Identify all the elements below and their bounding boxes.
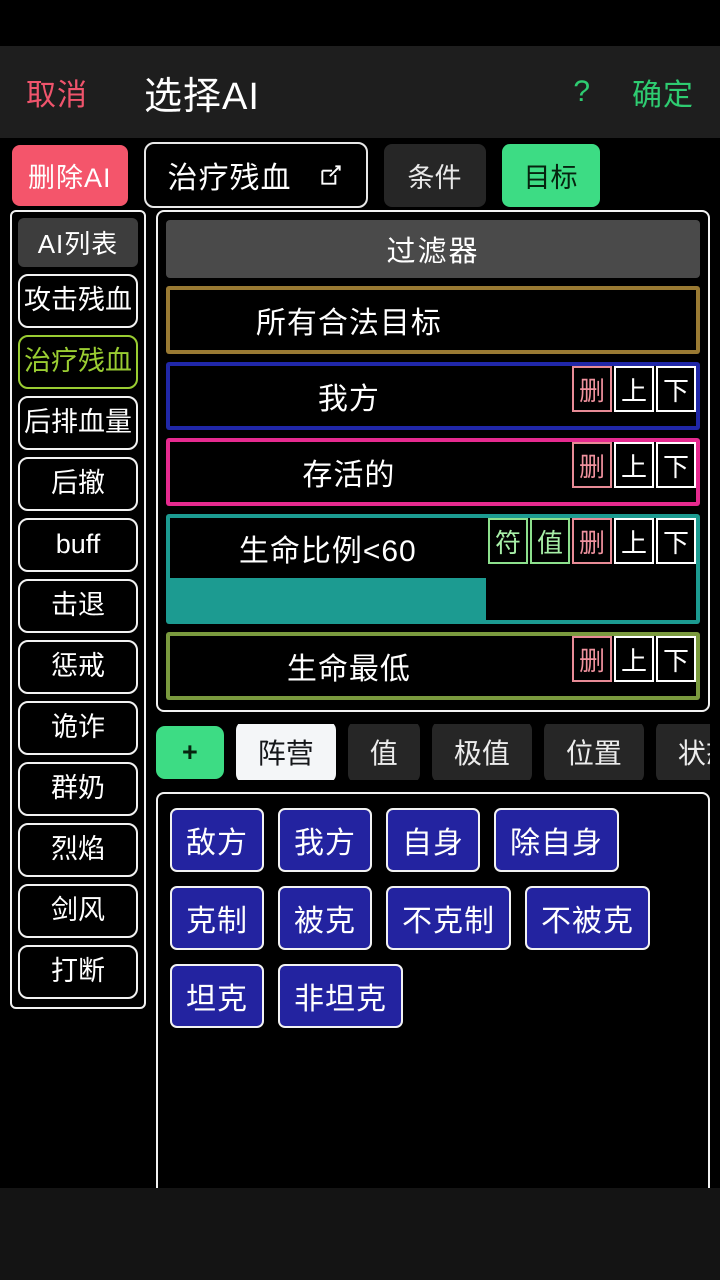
sidebar-item-label: 群奶 [51, 773, 105, 804]
filter-action-button[interactable]: 上 [614, 636, 654, 682]
sidebar-item-label: 后撤 [51, 468, 105, 499]
filter-action-button[interactable]: 下 [656, 518, 696, 564]
option-chip[interactable]: 坦克 [170, 964, 264, 1028]
delete-ai-button[interactable]: 删除AI [12, 144, 128, 206]
tab-condition[interactable]: 条件 [383, 143, 486, 207]
sidebar-header: AI列表 [18, 218, 138, 267]
filter-action-button[interactable]: 删 [572, 442, 612, 488]
sidebar-item[interactable]: 打断 [18, 945, 138, 999]
filter-row[interactable]: 生命比例<60 符值删上下 [166, 514, 700, 624]
filter-action-button[interactable]: 删 [572, 518, 612, 564]
sidebar-item[interactable]: buff [18, 518, 138, 572]
sidebar-item-label: 烈焰 [51, 834, 105, 865]
ai-list-sidebar: AI列表 攻击残血治疗残血后排血量后撤 buff 击退惩戒诡诈群奶烈焰剑风打断 [10, 210, 146, 1009]
filter-row-actions: 符值删上下 [485, 518, 696, 620]
system-nav-bar [0, 1188, 720, 1280]
page-title: 选择AI [144, 75, 260, 118]
filter-action-button[interactable]: 符 [488, 518, 528, 564]
tab-container: 阵营值极值位置状态 [235, 724, 710, 780]
option-chip[interactable]: 克制 [170, 886, 264, 950]
filter-row[interactable]: 存活的删上下 [166, 438, 700, 506]
filter-row-label: 我方 [170, 366, 528, 426]
category-tab[interactable]: 值 [347, 724, 420, 780]
sidebar-item-label: 击退 [51, 590, 105, 621]
sidebar-item[interactable]: 群奶 [18, 762, 138, 816]
ai-name-label: 治疗残血 [167, 162, 292, 195]
sidebar-item[interactable]: 剑风 [18, 884, 138, 938]
filter-row-container: 所有合法目标 我方删上下存活的删上下生命比例<60 符值删上下生命最低删上下 [166, 286, 700, 700]
status-bar [0, 0, 720, 46]
sidebar-item-label: 惩戒 [51, 651, 105, 682]
sidebar-item-label: 治疗残血 [24, 346, 132, 377]
filter-row[interactable]: 我方删上下 [166, 362, 700, 430]
sidebar-item-label: 后排血量 [24, 407, 132, 438]
filter-row-actions: 删上下 [527, 636, 696, 696]
option-chip[interactable]: 自身 [386, 808, 480, 872]
option-chip[interactable]: 非坦克 [278, 964, 403, 1028]
sidebar-item[interactable]: 后排血量 [18, 396, 138, 450]
option-panel: 敌方 我方 自身 除自身克制 被克 不克制 不被克坦克 非坦克 [156, 792, 710, 1232]
filter-panel: 过滤器 所有合法目标 我方删上下存活的删上下生命比例<60 符值删上下生命最低删上下 [156, 210, 710, 712]
main-body: AI列表 攻击残血治疗残血后排血量后撤 buff 击退惩戒诡诈群奶烈焰剑风打断 过滤… [0, 210, 720, 1232]
option-chip[interactable]: 不克制 [386, 886, 511, 950]
ai-name-field[interactable]: 治疗残血 [143, 142, 368, 208]
category-tab-strip: + 阵营值极值位置状态 [156, 724, 710, 780]
confirm-button[interactable]: 确定 [632, 70, 694, 114]
filter-action-button[interactable]: 下 [656, 442, 696, 488]
sidebar-item-label: 诡诈 [51, 712, 105, 743]
category-tab[interactable]: 极值 [431, 724, 532, 780]
editor-column: 过滤器 所有合法目标 我方删上下存活的删上下生命比例<60 符值删上下生命最低删上下… [156, 210, 710, 1232]
header-actions: ? 确定 [573, 70, 694, 114]
option-chip[interactable]: 被克 [278, 886, 372, 950]
sidebar-item-label: buff [55, 529, 101, 560]
filter-action-button[interactable]: 下 [656, 636, 696, 682]
sidebar-item-label: 剑风 [51, 895, 105, 926]
filter-row-label: 生命最低 [170, 636, 528, 696]
sidebar-item[interactable]: 后撤 [18, 457, 138, 511]
add-filter-button[interactable]: + [156, 725, 224, 779]
edit-pencil-square-icon[interactable] [318, 162, 344, 188]
sidebar-item[interactable]: 攻击残血 [18, 274, 138, 328]
filter-row-label: 生命比例<60 [170, 518, 486, 578]
filter-action-button[interactable]: 上 [614, 442, 654, 488]
sidebar-item[interactable]: 治疗残血 [18, 335, 138, 389]
sidebar-item-label: 攻击残血 [24, 285, 132, 316]
filter-row[interactable]: 生命最低删上下 [166, 632, 700, 700]
filter-row[interactable]: 所有合法目标 [166, 286, 700, 354]
sidebar-item-container: 攻击残血治疗残血后排血量后撤 buff 击退惩戒诡诈群奶烈焰剑风打断 [18, 274, 138, 999]
filter-action-button[interactable]: 删 [572, 366, 612, 412]
filter-action-button[interactable]: 值 [530, 518, 570, 564]
option-chip[interactable]: 除自身 [494, 808, 619, 872]
sidebar-item-label: 打断 [51, 956, 105, 987]
sidebar-item[interactable]: 击退 [18, 579, 138, 633]
filter-action-button[interactable]: 删 [572, 636, 612, 682]
app-header: 取消 选择AI ? 确定 [0, 46, 720, 138]
filter-row-label: 所有合法目标 [170, 290, 528, 350]
option-chip[interactable]: 不被克 [525, 886, 650, 950]
toolbar: 删除AI 治疗残血 条件 目标 [0, 138, 720, 210]
filter-panel-title: 过滤器 [166, 220, 700, 278]
option-chip[interactable]: 我方 [278, 808, 372, 872]
filter-action-button[interactable]: 上 [614, 518, 654, 564]
option-chip[interactable]: 敌方 [170, 808, 264, 872]
category-tab[interactable]: 阵营 [235, 724, 336, 780]
filter-row-actions: 删上下 [527, 442, 696, 502]
sidebar-item[interactable]: 惩戒 [18, 640, 138, 694]
filter-row-actions [527, 290, 696, 350]
category-tab[interactable]: 状态 [655, 724, 710, 780]
tab-target[interactable]: 目标 [501, 143, 600, 207]
app-screen: 取消 选择AI ? 确定 删除AI 治疗残血 条件 目标 AI列表 攻击残血 治… [0, 0, 720, 1280]
filter-row-actions: 删上下 [527, 366, 696, 426]
filter-action-button[interactable]: 下 [656, 366, 696, 412]
category-tab[interactable]: 位置 [543, 724, 644, 780]
filter-action-button[interactable]: 上 [614, 366, 654, 412]
help-button[interactable]: ? [573, 75, 590, 109]
sidebar-item[interactable]: 诡诈 [18, 701, 138, 755]
cancel-button[interactable]: 取消 [26, 70, 88, 114]
filter-row-label: 存活的 [170, 442, 528, 502]
sidebar-item[interactable]: 烈焰 [18, 823, 138, 877]
